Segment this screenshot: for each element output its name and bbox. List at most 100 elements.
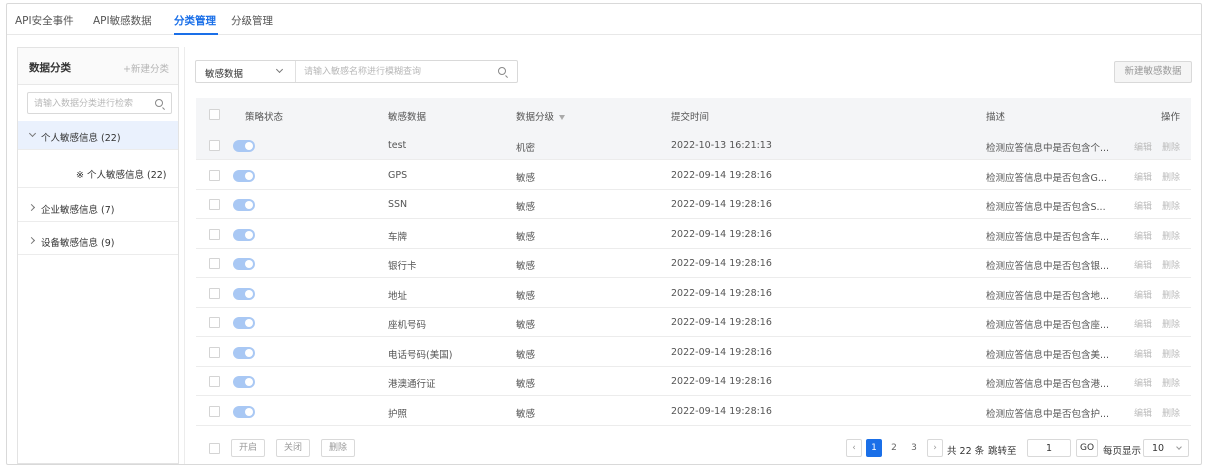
tree-item-personal-sensitive[interactable]: 个人敏感信息 (22): [18, 121, 178, 150]
cell-desc: 检测应答信息中是否包含G...: [986, 172, 1107, 184]
tab-api-security-events[interactable]: API安全事件: [15, 13, 74, 28]
batch-open-button[interactable]: 开启: [231, 439, 266, 457]
total-count: 共 22 条: [947, 446, 985, 457]
select-all-checkbox[interactable]: [209, 109, 220, 120]
cell-time: 2022-09-14 19:28:16: [671, 405, 772, 417]
chevron-down-icon[interactable]: [28, 129, 37, 138]
cell-data: 港澳通行证: [388, 379, 436, 390]
column-header-ops: 操作: [1161, 112, 1181, 123]
row-checkbox[interactable]: [209, 287, 220, 299]
delete-button[interactable]: 删除: [1162, 258, 1180, 271]
status-toggle[interactable]: [233, 317, 255, 329]
edit-button[interactable]: 编辑: [1134, 140, 1152, 153]
edit-button[interactable]: 编辑: [1134, 406, 1152, 419]
delete-button[interactable]: 删除: [1162, 140, 1180, 153]
page-2-button[interactable]: 2: [886, 439, 902, 457]
table-row[interactable]: test 机密 2022-10-13 16:21:13 检测应答信息中是否包含个...…: [196, 131, 1191, 160]
delete-button[interactable]: 删除: [1162, 376, 1180, 389]
row-checkbox[interactable]: [209, 228, 220, 240]
status-toggle[interactable]: [233, 405, 255, 418]
status-toggle[interactable]: [233, 346, 255, 359]
cell-time: 2022-09-14 19:28:16: [671, 376, 772, 387]
table-row[interactable]: GPS 敏感 2022-09-14 19:28:16 检测应答信息中是否包含G... 编…: [196, 161, 1191, 190]
cell-level: 敏感: [516, 261, 536, 272]
cell-data: SSN: [388, 199, 408, 210]
cell-time: 2022-09-14 19:28:16: [671, 287, 772, 299]
tree-subitem-personal-sensitive[interactable]: ※ 个人敏感信息 (22): [18, 158, 178, 188]
cell-time: 2022-09-14 19:28:16: [671, 169, 772, 181]
status-toggle[interactable]: [233, 287, 255, 300]
new-classification-link[interactable]: +新建分类: [123, 61, 169, 75]
row-checkbox[interactable]: [209, 346, 220, 358]
table-footer: 开启 关闭 删除 ‹ 1 2 3 › 共 22 条 跳转至 GO 每页显示 10: [196, 437, 1191, 461]
page-1-button[interactable]: 1: [866, 439, 882, 457]
row-checkbox[interactable]: [209, 169, 220, 181]
cell-level: 敏感: [516, 408, 536, 420]
status-toggle[interactable]: [233, 228, 255, 241]
edit-button[interactable]: 编辑: [1134, 229, 1152, 242]
edit-button[interactable]: 编辑: [1134, 376, 1152, 389]
chevron-right-icon[interactable]: [27, 203, 36, 212]
filter-icon[interactable]: [559, 115, 566, 120]
cell-data: 银行卡: [388, 261, 417, 272]
status-toggle[interactable]: [233, 140, 255, 152]
delete-button[interactable]: 删除: [1162, 347, 1180, 360]
row-checkbox[interactable]: [209, 140, 220, 151]
table-row[interactable]: 电话号码(美国) 敏感 2022-09-14 19:28:16 检测应答信息中是否包含…: [196, 338, 1191, 367]
edit-button[interactable]: 编辑: [1134, 258, 1152, 271]
classification-search-input[interactable]: [34, 97, 152, 110]
table-row[interactable]: 车牌 敏感 2022-09-14 19:28:16 检测应答信息中是否包含车... 编辑…: [196, 220, 1191, 249]
batch-delete-button[interactable]: 删除: [321, 439, 356, 457]
search-icon[interactable]: [155, 99, 163, 107]
jump-page-input[interactable]: [1027, 439, 1071, 457]
edit-button[interactable]: 编辑: [1134, 317, 1152, 330]
cell-level: 敏感: [516, 349, 536, 361]
row-checkbox[interactable]: [209, 258, 220, 269]
page-size-select[interactable]: 10: [1143, 439, 1189, 457]
delete-button[interactable]: 删除: [1162, 170, 1180, 183]
table-row[interactable]: 地址 敏感 2022-09-14 19:28:16 检测应答信息中是否包含地... 编辑…: [196, 279, 1191, 308]
delete-button[interactable]: 删除: [1162, 317, 1180, 330]
edit-button[interactable]: 编辑: [1134, 347, 1152, 360]
status-toggle[interactable]: [233, 258, 255, 270]
cell-desc: 检测应答信息中是否包含S...: [986, 202, 1106, 213]
footer-select-all-checkbox[interactable]: [209, 443, 220, 454]
search-icon[interactable]: [498, 67, 506, 75]
cell-level: 敏感: [516, 379, 536, 390]
tree-item-enterprise-sensitive[interactable]: 企业敏感信息 (7): [18, 193, 178, 222]
prev-page-button[interactable]: ‹: [846, 439, 862, 457]
delete-button[interactable]: 删除: [1162, 199, 1180, 212]
tree-item-device-sensitive[interactable]: 设备敏感信息 (9): [18, 226, 178, 255]
table-row[interactable]: 港澳通行证 敏感 2022-09-14 19:28:16 检测应答信息中是否包含港..…: [196, 367, 1191, 396]
row-checkbox[interactable]: [209, 405, 220, 417]
delete-button[interactable]: 删除: [1162, 406, 1180, 419]
row-checkbox[interactable]: [209, 199, 220, 210]
row-checkbox[interactable]: [209, 376, 220, 387]
go-button[interactable]: GO: [1076, 439, 1098, 457]
new-sensitive-data-button[interactable]: 新建敏感数据: [1114, 61, 1192, 83]
status-toggle[interactable]: [233, 169, 255, 182]
table-row[interactable]: SSN 敏感 2022-09-14 19:28:16 检测应答信息中是否包含S... 编…: [196, 190, 1191, 219]
tree-item-label: 企业敏感信息 (7): [41, 205, 115, 216]
page-3-button[interactable]: 3: [906, 439, 922, 457]
sensitive-search-input[interactable]: [304, 65, 494, 78]
filter-type-select[interactable]: 敏感数据: [196, 61, 296, 82]
status-toggle[interactable]: [233, 376, 255, 388]
next-page-button[interactable]: ›: [927, 439, 943, 457]
chevron-down-icon: [275, 65, 284, 74]
row-checkbox[interactable]: [209, 317, 220, 328]
edit-button[interactable]: 编辑: [1134, 170, 1152, 183]
tab-classification-management[interactable]: 分类管理: [174, 13, 216, 28]
chevron-right-icon[interactable]: [27, 236, 36, 245]
edit-button[interactable]: 编辑: [1134, 288, 1152, 301]
tab-api-sensitive-data[interactable]: API敏感数据: [93, 13, 152, 28]
edit-button[interactable]: 编辑: [1134, 199, 1152, 212]
table-row[interactable]: 银行卡 敏感 2022-09-14 19:28:16 检测应答信息中是否包含银... 编…: [196, 249, 1191, 278]
batch-close-button[interactable]: 关闭: [276, 439, 311, 457]
tab-level-management[interactable]: 分级管理: [231, 13, 273, 28]
table-row[interactable]: 座机号码 敏感 2022-09-14 19:28:16 检测应答信息中是否包含座...…: [196, 308, 1191, 337]
table-row[interactable]: 护照 敏感 2022-09-14 19:28:16 检测应答信息中是否包含护... 编辑…: [196, 397, 1191, 426]
delete-button[interactable]: 删除: [1162, 288, 1180, 301]
delete-button[interactable]: 删除: [1162, 229, 1180, 242]
status-toggle[interactable]: [233, 199, 255, 211]
